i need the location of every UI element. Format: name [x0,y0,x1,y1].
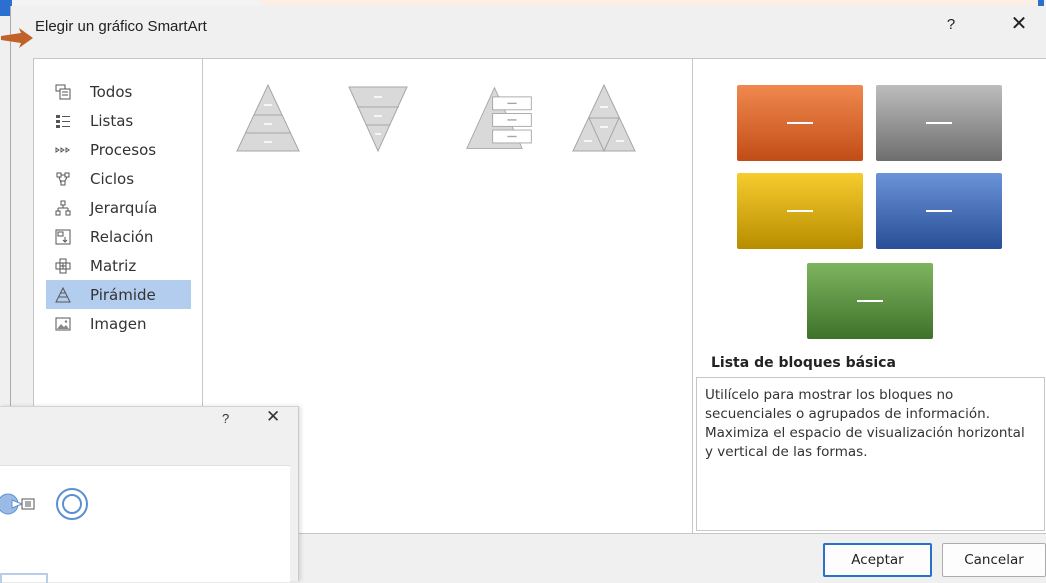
inverted-pyramid-icon[interactable] [343,81,413,157]
category-item-piramide[interactable]: Pirámide [46,280,191,309]
layout-name: Lista de bloques básica [711,355,896,371]
category-item-ciclos[interactable]: Ciclos [46,164,191,193]
process-icon [54,141,72,159]
category-label: Matriz [90,256,137,275]
basic-pyramid-icon[interactable] [233,81,303,157]
list-icon [54,112,72,130]
category-list: Todos Listas Procesos Ciclos Jerarquía R… [46,77,191,338]
cancel-button[interactable]: Cancelar [942,543,1046,577]
category-item-matriz[interactable]: Matriz [46,251,191,280]
category-label: Listas [90,111,134,130]
all-icon [54,83,72,101]
background-dialog: ? ✕ [0,406,299,583]
category-label: Jerarquía [90,198,158,217]
help-button[interactable]: ? [941,16,961,36]
preview-image [693,59,1046,349]
category-item-relacion[interactable]: Relación [46,222,191,251]
preview-tile-green [807,263,933,339]
category-item-imagen[interactable]: Imagen [46,309,191,338]
category-label: Relación [90,227,154,246]
ok-button[interactable]: Aceptar [823,543,932,577]
preview-tile-orange [737,85,863,161]
preview-tile-blue [876,173,1002,249]
circle-process-icon[interactable] [0,480,110,528]
background-close-button[interactable]: ✕ [266,407,280,427]
category-label: Imagen [90,314,147,333]
pyramid-list-icon[interactable] [465,81,535,157]
preview-tile-yellow [737,173,863,249]
dialog-title: Elegir un gráfico SmartArt [35,18,207,35]
category-item-procesos[interactable]: Procesos [46,135,191,164]
picture-icon [54,315,72,333]
category-item-listas[interactable]: Listas [46,106,191,135]
pyramid-icon [54,286,72,304]
hierarchy-icon [54,199,72,217]
preview-pane: Lista de bloques básica Utilícelo para m… [692,58,1046,534]
layout-description: Utilícelo para mostrar los bloques no se… [696,377,1045,531]
relationship-icon [54,228,72,246]
matrix-icon [54,257,72,275]
category-item-todos[interactable]: Todos [46,77,191,106]
category-label: Todos [90,82,133,101]
cycle-icon [54,170,72,188]
category-item-jerarquia[interactable]: Jerarquía [46,193,191,222]
background-help-button[interactable]: ? [222,411,229,426]
preview-tile-gray [876,85,1002,161]
background-selection [0,573,48,583]
category-label: Pirámide [90,285,156,304]
category-label: Ciclos [90,169,135,188]
segmented-pyramid-icon[interactable] [569,81,639,157]
background-gallery [0,465,290,582]
category-label: Procesos [90,140,157,159]
close-button[interactable]: ✕ [1007,12,1031,36]
